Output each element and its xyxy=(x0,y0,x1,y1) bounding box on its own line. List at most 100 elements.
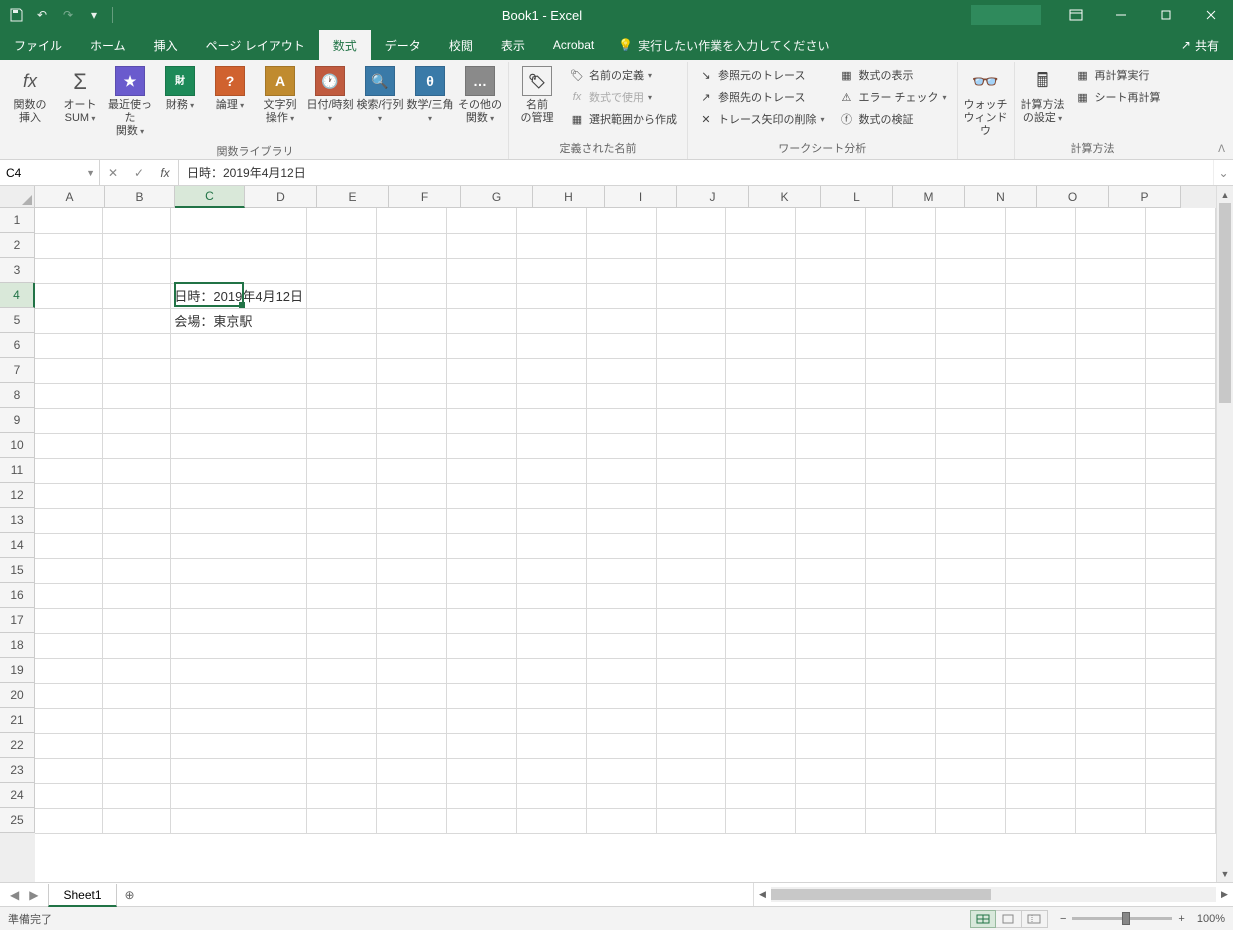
cell-M25[interactable] xyxy=(936,808,1006,833)
tab-next-icon[interactable]: ▶ xyxy=(29,888,38,902)
cell-A21[interactable] xyxy=(35,708,103,733)
cell-F5[interactable] xyxy=(446,308,516,333)
trace-precedents-button[interactable]: ↘参照元のトレース xyxy=(695,64,827,86)
cell-D3[interactable] xyxy=(307,258,377,283)
minimize-icon[interactable] xyxy=(1098,0,1143,30)
cell-G6[interactable] xyxy=(516,333,586,358)
cell-I16[interactable] xyxy=(656,583,726,608)
cell-L10[interactable] xyxy=(866,433,936,458)
cell-B17[interactable] xyxy=(103,608,171,633)
cell-C11[interactable] xyxy=(171,458,307,483)
cell-G22[interactable] xyxy=(516,733,586,758)
cell-B13[interactable] xyxy=(103,508,171,533)
cell-K11[interactable] xyxy=(796,458,866,483)
share-button[interactable]: ↗共有 xyxy=(1167,30,1233,60)
cell-E22[interactable] xyxy=(376,733,446,758)
cell-F6[interactable] xyxy=(446,333,516,358)
cell-I18[interactable] xyxy=(656,633,726,658)
calculate-now-button[interactable]: ▦再計算実行 xyxy=(1072,64,1164,86)
cell-F17[interactable] xyxy=(446,608,516,633)
col-header-L[interactable]: L xyxy=(821,186,893,208)
text-button[interactable]: A文字列 操作 xyxy=(255,63,305,127)
cell-M11[interactable] xyxy=(936,458,1006,483)
cell-K23[interactable] xyxy=(796,758,866,783)
cell-C1[interactable] xyxy=(171,208,307,233)
cell-P11[interactable] xyxy=(1145,458,1215,483)
cell-O20[interactable] xyxy=(1076,683,1146,708)
cell-F4[interactable] xyxy=(446,283,516,308)
cell-I23[interactable] xyxy=(656,758,726,783)
scrollbar-thumb[interactable] xyxy=(771,889,991,900)
cell-F19[interactable] xyxy=(446,658,516,683)
cell-H14[interactable] xyxy=(586,533,656,558)
cell-J18[interactable] xyxy=(726,633,796,658)
cell-G14[interactable] xyxy=(516,533,586,558)
cell-P15[interactable] xyxy=(1145,558,1215,583)
cell-L9[interactable] xyxy=(866,408,936,433)
cell-K20[interactable] xyxy=(796,683,866,708)
cell-J10[interactable] xyxy=(726,433,796,458)
cell-K19[interactable] xyxy=(796,658,866,683)
cell-F8[interactable] xyxy=(446,383,516,408)
cell-D14[interactable] xyxy=(307,533,377,558)
tab-ファイル[interactable]: ファイル xyxy=(0,30,76,60)
cell-L21[interactable] xyxy=(866,708,936,733)
col-header-G[interactable]: G xyxy=(461,186,533,208)
cell-H5[interactable] xyxy=(586,308,656,333)
cell-N18[interactable] xyxy=(1006,633,1076,658)
tab-Acrobat[interactable]: Acrobat xyxy=(539,30,608,60)
cell-F21[interactable] xyxy=(446,708,516,733)
cell-B12[interactable] xyxy=(103,483,171,508)
cell-J14[interactable] xyxy=(726,533,796,558)
cell-G18[interactable] xyxy=(516,633,586,658)
cell-H24[interactable] xyxy=(586,783,656,808)
cell-E9[interactable] xyxy=(376,408,446,433)
cell-G17[interactable] xyxy=(516,608,586,633)
cell-I4[interactable] xyxy=(656,283,726,308)
cell-M16[interactable] xyxy=(936,583,1006,608)
qat-customize-icon[interactable]: ▾ xyxy=(86,7,102,23)
cell-N4[interactable] xyxy=(1006,283,1076,308)
cell-C2[interactable] xyxy=(171,233,307,258)
cell-P5[interactable] xyxy=(1145,308,1215,333)
cell-B11[interactable] xyxy=(103,458,171,483)
cell-K17[interactable] xyxy=(796,608,866,633)
cell-L19[interactable] xyxy=(866,658,936,683)
tab-挿入[interactable]: 挿入 xyxy=(140,30,192,60)
cell-G1[interactable] xyxy=(516,208,586,233)
cell-B6[interactable] xyxy=(103,333,171,358)
cell-H3[interactable] xyxy=(586,258,656,283)
cell-O25[interactable] xyxy=(1076,808,1146,833)
cell-I14[interactable] xyxy=(656,533,726,558)
cell-A13[interactable] xyxy=(35,508,103,533)
row-header-14[interactable]: 14 xyxy=(0,533,35,558)
cell-C8[interactable] xyxy=(171,383,307,408)
cell-B3[interactable] xyxy=(103,258,171,283)
cell-K15[interactable] xyxy=(796,558,866,583)
cell-B8[interactable] xyxy=(103,383,171,408)
cell-E2[interactable] xyxy=(376,233,446,258)
create-from-selection-button[interactable]: ▦選択範囲から作成 xyxy=(566,108,680,130)
cell-D18[interactable] xyxy=(307,633,377,658)
cancel-icon[interactable]: ✕ xyxy=(100,166,126,180)
cell-A3[interactable] xyxy=(35,258,103,283)
col-header-N[interactable]: N xyxy=(965,186,1037,208)
cell-H16[interactable] xyxy=(586,583,656,608)
cell-G5[interactable] xyxy=(516,308,586,333)
cell-B10[interactable] xyxy=(103,433,171,458)
row-header-7[interactable]: 7 xyxy=(0,358,35,383)
tab-prev-icon[interactable]: ◀ xyxy=(10,888,19,902)
cell-F13[interactable] xyxy=(446,508,516,533)
cell-G21[interactable] xyxy=(516,708,586,733)
save-icon[interactable] xyxy=(8,7,24,23)
cell-E18[interactable] xyxy=(376,633,446,658)
cell-K12[interactable] xyxy=(796,483,866,508)
cell-A1[interactable] xyxy=(35,208,103,233)
cell-B1[interactable] xyxy=(103,208,171,233)
cell-H4[interactable] xyxy=(586,283,656,308)
cell-E21[interactable] xyxy=(376,708,446,733)
remove-arrows-button[interactable]: ✕トレース矢印の削除 xyxy=(695,108,827,130)
tab-校閲[interactable]: 校閲 xyxy=(435,30,487,60)
cell-M1[interactable] xyxy=(936,208,1006,233)
cell-I24[interactable] xyxy=(656,783,726,808)
